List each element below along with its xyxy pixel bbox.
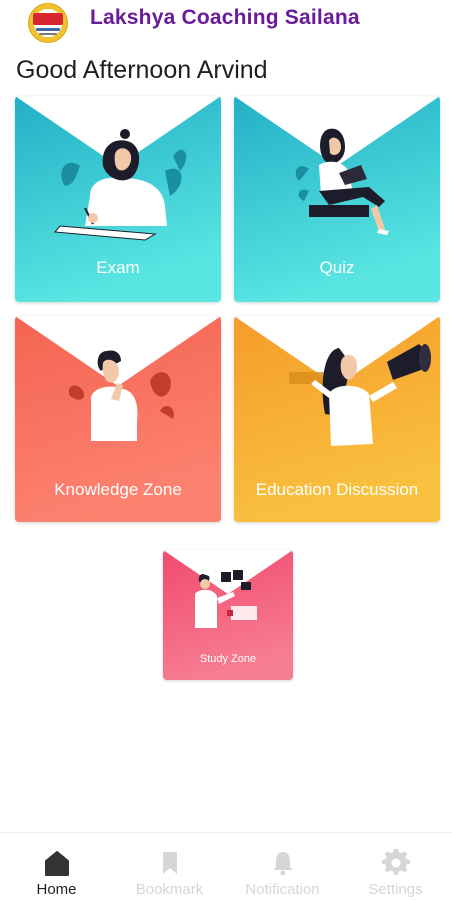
gear-icon xyxy=(381,849,410,875)
card-label: Quiz xyxy=(319,258,355,277)
nav-notification[interactable]: Notification xyxy=(226,833,339,900)
card-label: Study Zone xyxy=(199,653,257,665)
home-icon xyxy=(44,851,69,876)
education-discussion-card[interactable]: Education Discussion xyxy=(234,316,440,522)
card-label: Exam xyxy=(96,258,140,277)
nav-label: Settings xyxy=(368,881,423,898)
woman-megaphone-illustration xyxy=(289,344,431,446)
study-zone-card[interactable]: Study Zone xyxy=(163,550,293,680)
student-writing-illustration xyxy=(54,129,187,241)
knowledge-zone-card[interactable]: Knowledge Zone xyxy=(15,316,221,522)
nav-label: Notification xyxy=(245,881,320,898)
card-label: Knowledge Zone xyxy=(54,480,182,499)
app-header: Lakshya Coaching Sailana xyxy=(0,0,452,48)
nav-bookmark[interactable]: Bookmark xyxy=(113,833,226,900)
thinking-man-illustration xyxy=(68,350,174,441)
nav-settings[interactable]: Settings xyxy=(339,833,452,900)
student-reading-illustration xyxy=(295,128,389,235)
bookmark-icon xyxy=(162,852,177,874)
card-label: Education Discussion xyxy=(255,480,419,499)
exam-card[interactable]: Exam xyxy=(15,96,221,302)
nav-label: Bookmark xyxy=(135,881,204,898)
lakshya-logo xyxy=(28,3,68,43)
man-with-board-illustration xyxy=(195,570,257,628)
quiz-card[interactable]: Quiz xyxy=(234,96,440,302)
nav-home[interactable]: Home xyxy=(0,833,113,900)
app-title: Lakshya Coaching Sailana xyxy=(90,6,360,29)
greeting-text: Good Afternoon Arvind xyxy=(16,56,268,84)
nav-label: Home xyxy=(36,881,77,898)
bell-icon xyxy=(272,852,293,876)
bottom-navigation: Home Bookmark Notification Settings xyxy=(0,832,452,900)
